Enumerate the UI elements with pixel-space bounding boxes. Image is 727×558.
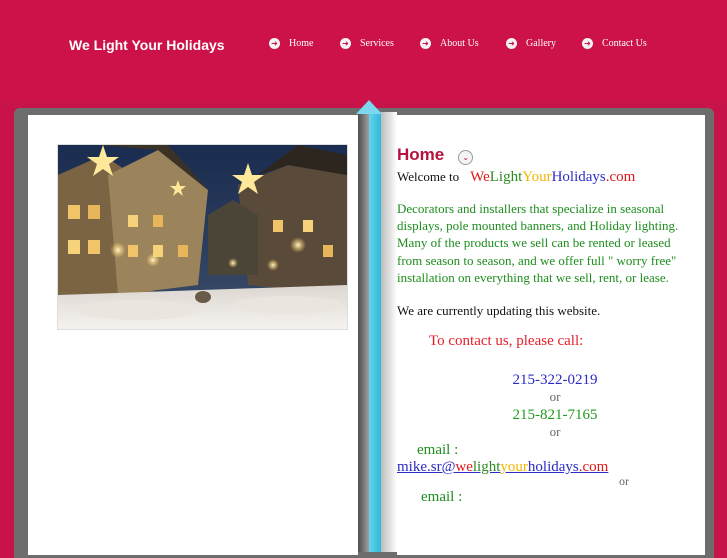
heading-row: Home ⌄ bbox=[397, 145, 697, 165]
company-description: Decorators and installers that specializ… bbox=[397, 201, 679, 285]
contact-heading: To contact us, please call: bbox=[429, 333, 584, 350]
arrow-right-icon: ➜ bbox=[506, 38, 517, 49]
phone-number-2: 215-821-7165 bbox=[512, 407, 598, 424]
bookmark-tip bbox=[356, 100, 382, 114]
brand-com: .com bbox=[605, 169, 636, 185]
or-separator: or bbox=[549, 389, 561, 405]
phone-number-1: 215-322-0219 bbox=[512, 372, 598, 389]
or-separator: or bbox=[619, 474, 629, 489]
nav-item-about-us[interactable]: ➜ About Us bbox=[420, 38, 479, 49]
brand-light: Light bbox=[489, 169, 523, 185]
email-label-2: email : bbox=[421, 489, 463, 506]
email-holidays: holidays bbox=[527, 459, 579, 476]
arrow-right-icon: ➜ bbox=[582, 38, 593, 49]
email-label: email : bbox=[417, 442, 459, 459]
main-content: Home ⌄ Welcome to WeLightYourHolidays.co… bbox=[397, 145, 697, 506]
email-light: light bbox=[472, 459, 501, 476]
nav-label: About Us bbox=[440, 38, 479, 49]
nav-item-gallery[interactable]: ➜ Gallery bbox=[506, 38, 556, 49]
nav-item-services[interactable]: ➜ Services bbox=[340, 38, 394, 49]
welcome-line: Welcome to WeLightYourHolidays.com bbox=[397, 169, 697, 186]
nav-item-contact-us[interactable]: ➜ Contact Us bbox=[582, 38, 647, 49]
arrow-right-icon: ➜ bbox=[269, 38, 280, 49]
brand-we: We bbox=[470, 169, 490, 185]
bookmark-ribbon bbox=[369, 112, 381, 552]
brand-holidays: Holidays bbox=[551, 169, 606, 185]
main-nav: ➜ Home ➜ Services ➜ About Us ➜ Gallery ➜… bbox=[0, 38, 727, 54]
chevron-down-icon[interactable]: ⌄ bbox=[458, 149, 474, 165]
holiday-village-photo bbox=[57, 144, 348, 330]
email-com: .com bbox=[578, 459, 609, 476]
nav-label: Services bbox=[360, 38, 394, 49]
nav-label: Gallery bbox=[526, 38, 556, 49]
nav-label: Contact Us bbox=[602, 38, 647, 49]
page-title: Home bbox=[397, 145, 445, 164]
brand-your: Your bbox=[522, 169, 552, 185]
email-your: your bbox=[500, 459, 528, 476]
update-notice: We are currently updating this website. bbox=[397, 303, 601, 319]
arrow-right-icon: ➜ bbox=[420, 38, 431, 49]
welcome-prefix: Welcome to bbox=[397, 169, 460, 184]
email-we: we bbox=[455, 459, 473, 476]
page-shadow bbox=[381, 112, 397, 552]
or-separator: or bbox=[549, 424, 561, 440]
arrow-right-icon: ➜ bbox=[340, 38, 351, 49]
nav-label: Home bbox=[289, 38, 314, 49]
nav-item-home[interactable]: ➜ Home bbox=[269, 38, 313, 49]
email-user: mike.sr@ bbox=[397, 459, 456, 476]
brand-name: WeLightYourHolidays.com bbox=[470, 169, 635, 186]
